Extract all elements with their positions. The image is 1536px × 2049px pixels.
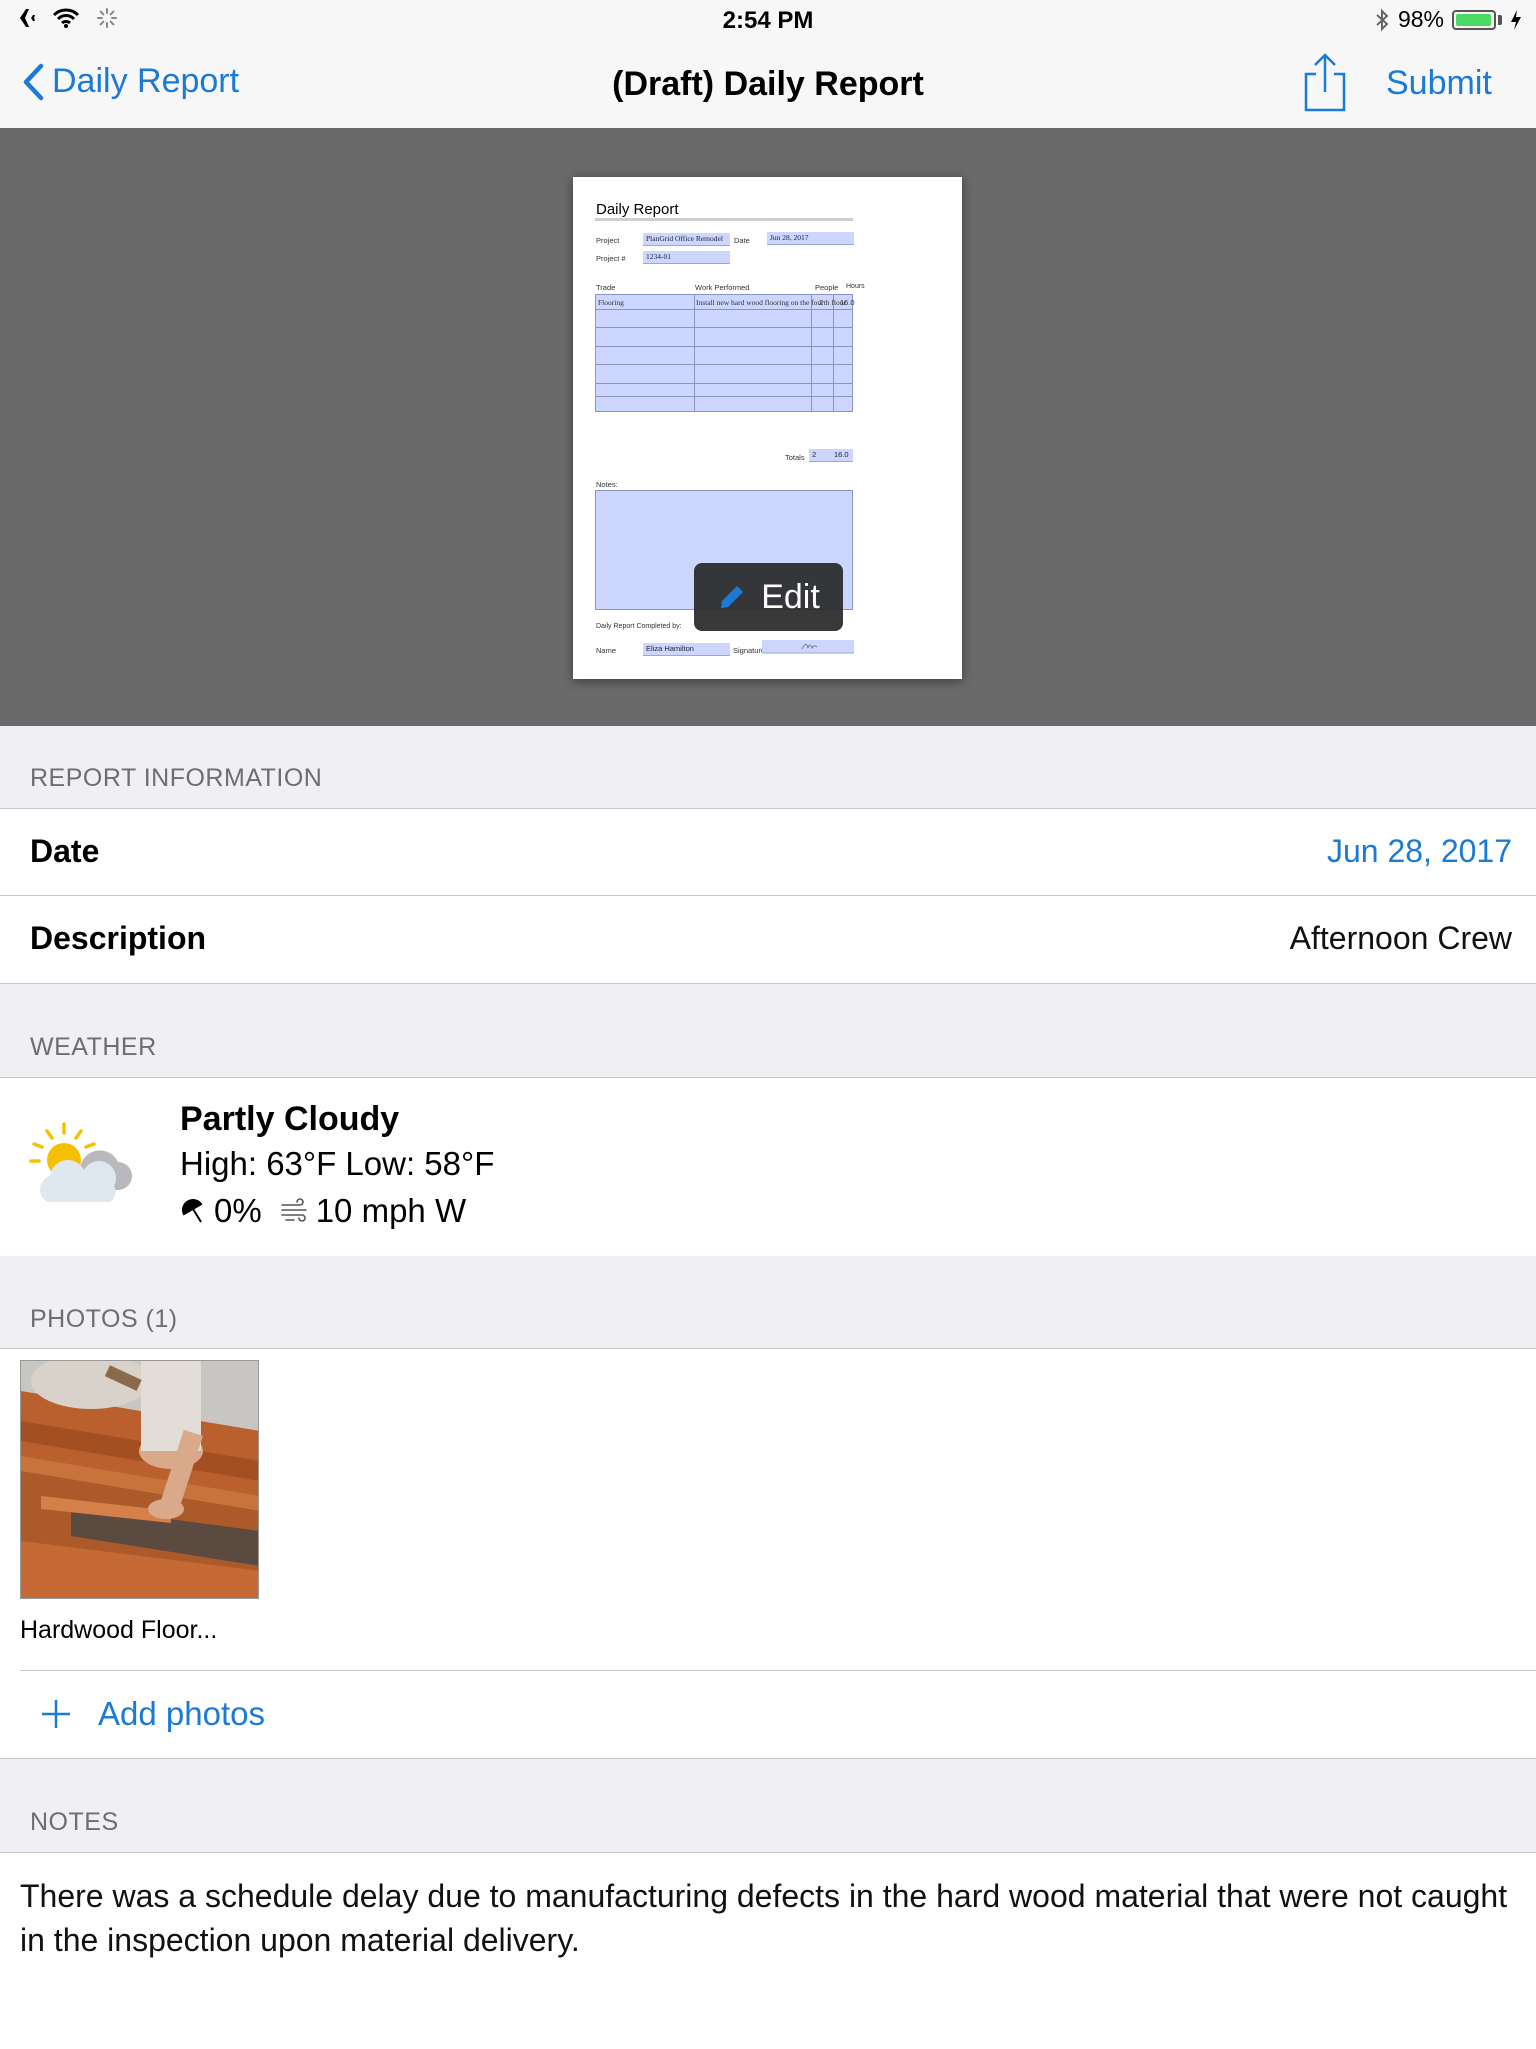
doc-project-field: PlanGrid Office Remodel bbox=[643, 233, 730, 246]
precipitation-value: 0% bbox=[214, 1192, 262, 1229]
photo-thumbnail[interactable] bbox=[20, 1360, 259, 1599]
doc-signature-field bbox=[762, 640, 854, 654]
report-information-header: REPORT INFORMATION bbox=[30, 764, 323, 792]
description-label: Description bbox=[30, 920, 207, 956]
weather-condition: Partly Cloudy bbox=[180, 1100, 400, 1138]
doc-row-trade: Flooring bbox=[598, 298, 624, 307]
share-icon[interactable] bbox=[1302, 52, 1348, 114]
umbrella-icon bbox=[182, 1199, 203, 1223]
doc-date-field: Jun 28, 2017 bbox=[767, 232, 854, 245]
status-right: 98% bbox=[1374, 6, 1522, 33]
date-row[interactable]: Date Jun 28, 2017 bbox=[0, 808, 1536, 896]
date-value[interactable]: Jun 28, 2017 bbox=[1327, 833, 1512, 870]
photos-header: PHOTOS (1) bbox=[30, 1305, 178, 1333]
doc-projectno-field: 1234-01 bbox=[643, 251, 730, 264]
doc-projectno-label: Project # bbox=[596, 254, 626, 263]
photo-caption: Hardwood Floor... bbox=[20, 1616, 218, 1644]
doc-signature-label: Signature bbox=[733, 646, 766, 655]
navigation-bar: Daily Report (Draft) Daily Report Submit bbox=[0, 40, 1536, 129]
submit-button[interactable]: Submit bbox=[1386, 64, 1492, 103]
doc-name-field: Eliza Hamilton bbox=[643, 643, 730, 656]
doc-col-work: Work Performed bbox=[695, 283, 750, 292]
doc-title-rule bbox=[595, 218, 853, 221]
plus-icon bbox=[42, 1700, 70, 1728]
doc-work-table: Flooring Install new hard wood flooring … bbox=[595, 294, 855, 412]
notes-text[interactable]: There was a schedule delay due to manufa… bbox=[20, 1874, 1520, 1962]
date-label: Date bbox=[30, 833, 100, 869]
battery-percent: 98% bbox=[1397, 6, 1444, 32]
edit-document-button[interactable]: Edit bbox=[694, 563, 843, 631]
doc-name-label: Name bbox=[596, 646, 617, 655]
doc-col-people: People bbox=[815, 283, 839, 292]
weather-temperatures: High: 63°F Low: 58°F bbox=[180, 1145, 495, 1182]
doc-row-work: Install new hard wood flooring on the fo… bbox=[696, 298, 846, 307]
doc-title: Daily Report bbox=[596, 201, 679, 218]
description-value[interactable]: Afternoon Crew bbox=[1290, 920, 1512, 957]
hardwood-floor-photo bbox=[21, 1361, 258, 1598]
doc-totals-label: Totals bbox=[785, 453, 805, 462]
add-photos-label: Add photos bbox=[98, 1695, 265, 1732]
pencil-icon bbox=[721, 586, 744, 608]
battery-icon bbox=[1452, 9, 1496, 30]
doc-date-label: Date bbox=[734, 236, 750, 245]
weather-header: WEATHER bbox=[30, 1033, 157, 1061]
doc-col-trade: Trade bbox=[596, 283, 616, 292]
charging-bolt-icon bbox=[1511, 9, 1521, 30]
doc-row-hours: 16.0 bbox=[840, 298, 855, 307]
edit-label: Edit bbox=[761, 577, 820, 616]
doc-project-label: Project bbox=[596, 236, 620, 245]
photos-divider bbox=[20, 1670, 1536, 1671]
doc-col-hours: Hours bbox=[846, 283, 865, 290]
description-row[interactable]: Description Afternoon Crew bbox=[0, 895, 1536, 984]
weather-section: WEATHER bbox=[0, 984, 1536, 1077]
bluetooth-icon bbox=[1376, 8, 1389, 31]
report-information-section: REPORT INFORMATION bbox=[0, 726, 1536, 808]
doc-notes-label: Notes: bbox=[596, 480, 618, 489]
battery-fill bbox=[1456, 13, 1492, 26]
wind-value: 10 mph W bbox=[315, 1192, 467, 1229]
wind-icon bbox=[280, 1198, 307, 1222]
add-photos-button[interactable]: Add photos bbox=[40, 1695, 265, 1733]
partly-cloudy-icon bbox=[29, 1122, 132, 1202]
doc-totals-hours: 16.0 bbox=[831, 449, 853, 462]
notes-header: NOTES bbox=[30, 1808, 119, 1836]
doc-totals-people: 2 bbox=[809, 449, 831, 462]
doc-completed-label: Daily Report Completed by: bbox=[596, 623, 682, 630]
notes-section: NOTES bbox=[0, 1759, 1536, 1852]
doc-row-people: 2 bbox=[819, 298, 824, 307]
photos-section: PHOTOS (1) bbox=[0, 1256, 1536, 1348]
status-time: 2:54 PM bbox=[722, 7, 814, 34]
battery-cap bbox=[1498, 14, 1502, 25]
weather-details: 0% 10 mph W bbox=[180, 1192, 466, 1230]
status-bar: 2:54 PM 98% bbox=[0, 0, 1536, 40]
